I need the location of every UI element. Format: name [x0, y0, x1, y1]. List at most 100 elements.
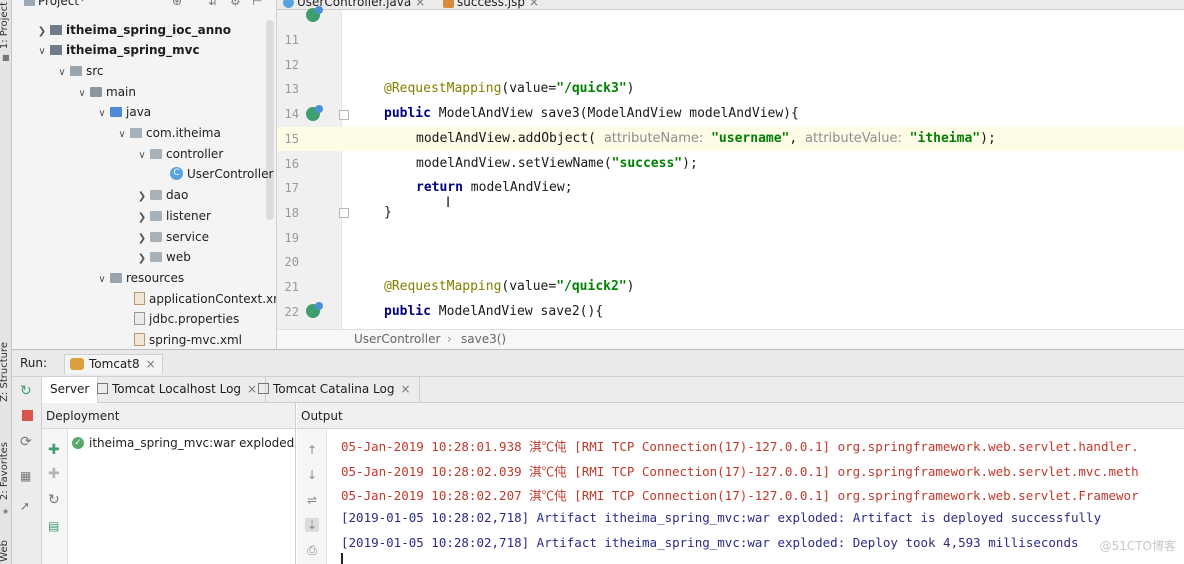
chevron-right-icon[interactable]: ❯	[134, 229, 150, 249]
tab-tomcat-localhost-log[interactable]: Tomcat Localhost Log ×	[89, 377, 267, 403]
run-config-tab-tomcat8[interactable]: Tomcat8 ×	[64, 354, 163, 374]
tree-node-spring-mvc-xml[interactable]: spring-mvc.xml	[134, 330, 242, 349]
chevron-down-icon[interactable]: ∨	[34, 42, 50, 62]
tree-node-listener[interactable]: ❯ listener	[134, 206, 211, 226]
line-number: 17	[284, 181, 299, 195]
resources-folder-icon	[110, 272, 122, 283]
package-icon	[150, 251, 162, 262]
spring-mapping-gutter-icon[interactable]	[306, 105, 323, 121]
package-icon	[130, 127, 142, 138]
tree-node-resources[interactable]: ∨ resources	[94, 268, 184, 288]
deployment-header: Deployment	[42, 403, 295, 429]
code-line-18: }	[384, 205, 392, 220]
fold-marker-icon[interactable]	[339, 208, 349, 218]
tree-node-src[interactable]: ∨ src	[54, 61, 103, 83]
web-tool-tab[interactable]: Web	[0, 540, 10, 562]
chevron-right-icon[interactable]: ❯	[134, 249, 150, 269]
chevron-down-icon[interactable]: ∨	[134, 146, 150, 166]
close-icon[interactable]: ×	[529, 0, 539, 9]
run-subtabs: Server Tomcat Localhost Log × Tomcat Cata…	[42, 377, 1184, 403]
class-icon	[283, 0, 294, 8]
pin-icon[interactable]: ➚	[20, 499, 34, 513]
xml-file-icon	[134, 292, 145, 305]
hide-icon[interactable]: ⊢	[252, 0, 262, 8]
output-header: Output	[297, 403, 1184, 429]
source-folder-icon	[110, 106, 122, 117]
tree-node-applicationcontext[interactable]: applicationContext.xm	[134, 289, 276, 309]
artifact-item[interactable]: ✓ itheima_spring_mvc:war exploded	[72, 436, 294, 450]
tree-node-java[interactable]: ∨ java	[94, 102, 151, 122]
line-number: 21	[284, 280, 299, 294]
package-icon	[150, 210, 162, 221]
close-icon[interactable]: ×	[146, 357, 156, 371]
spring-bean-gutter-icon[interactable]	[306, 6, 323, 22]
tree-node-spring-mvc[interactable]: ∨ itheima_spring_mvc	[34, 40, 199, 62]
chevron-down-icon[interactable]: ∨	[114, 125, 130, 145]
tab-usercontroller-java[interactable]: UserController.java ×	[281, 0, 425, 9]
close-icon[interactable]: ×	[400, 382, 410, 396]
parameter-hint: attributeName:	[603, 131, 704, 146]
module-icon	[50, 24, 62, 35]
arrow-down-icon[interactable]: ↓	[305, 468, 319, 482]
soft-wrap-icon[interactable]: ⇌	[305, 493, 319, 507]
tree-scrollbar[interactable]	[266, 20, 274, 220]
chevron-right-icon[interactable]: ❯	[134, 208, 150, 228]
chevron-right-icon[interactable]: ❯	[134, 187, 150, 207]
tree-node-jdbc-properties[interactable]: jdbc.properties	[134, 309, 239, 329]
redeploy-icon[interactable]: ↻	[48, 493, 62, 507]
favorites-tool-tab[interactable]: 2: Favorites	[0, 442, 10, 500]
deploy-icon[interactable]: ✚	[48, 443, 62, 457]
tab-success-jsp[interactable]: success.jsp ×	[441, 0, 539, 9]
breadcrumb-class[interactable]: UserController	[354, 332, 440, 346]
print-icon[interactable]: ⎙	[305, 543, 319, 557]
fold-marker-icon[interactable]	[339, 110, 349, 120]
line-number: 12	[284, 58, 299, 72]
spring-mapping-gutter-icon[interactable]	[306, 302, 323, 318]
rerun-icon[interactable]: ↻	[20, 384, 34, 398]
tree-node-com-itheima[interactable]: ∨ com.itheima	[114, 123, 221, 143]
deployment-panel: Deployment ✚ ✚ ↻ ▤ ✓ itheima_spring_mvc:w…	[42, 403, 296, 564]
tree-node-ioc-anno[interactable]: ❯ itheima_spring_ioc_anno	[34, 20, 231, 40]
arrow-up-icon[interactable]: ↑	[305, 443, 319, 457]
project-panel-title[interactable]: Project	[38, 0, 79, 8]
class-icon: C	[170, 167, 183, 180]
chevron-right-icon[interactable]: ❯	[34, 22, 50, 42]
breadcrumb-method[interactable]: save3()	[461, 332, 506, 346]
collapse-icon[interactable]: ⇵	[208, 0, 218, 8]
breadcrumb-separator-icon: ›	[447, 332, 452, 346]
chevron-down-icon[interactable]: ▾	[80, 0, 85, 5]
stop-icon[interactable]	[22, 410, 33, 421]
close-icon[interactable]: ×	[415, 0, 425, 9]
update-icon[interactable]: ⟳	[20, 435, 34, 449]
line-number: 11	[284, 33, 299, 47]
tree-node-usercontroller[interactable]: C UserController	[170, 164, 273, 184]
project-tool-tab[interactable]: 1: Project	[0, 2, 10, 49]
log-line: 05-Jan-2019 10:28:01.938 淇℃伅 [RMI TCP Co…	[341, 439, 1139, 454]
tree-node-service[interactable]: ❯ service	[134, 227, 209, 247]
tree-node-dao[interactable]: ❯ dao	[134, 185, 189, 207]
target-icon[interactable]: ⊕	[172, 0, 182, 8]
star-icon: ★	[2, 507, 10, 516]
structure-tool-tab[interactable]: Z: Structure	[0, 342, 10, 402]
layout-icon[interactable]: ▦	[20, 469, 34, 483]
run-label: Run:	[20, 356, 48, 370]
chevron-down-icon[interactable]: ∨	[54, 63, 70, 83]
folder-icon	[90, 86, 102, 97]
chevron-down-icon[interactable]: ∨	[94, 104, 110, 124]
code-line-16: modelAndView.setViewName("success");	[416, 156, 698, 171]
gear-icon[interactable]: ⚙	[230, 0, 241, 8]
tab-tomcat-catalina-log[interactable]: Tomcat Catalina Log ×	[250, 377, 420, 403]
artifacts-icon[interactable]: ▤	[48, 519, 62, 533]
code-line-21: @RequestMapping(value="/quick2")	[384, 279, 635, 294]
tree-node-web[interactable]: ❯ web	[134, 247, 191, 267]
tree-node-main[interactable]: ∨ main	[74, 82, 136, 102]
line-number: 22	[284, 305, 299, 319]
line-number: 14	[284, 107, 299, 121]
scroll-to-end-icon[interactable]: ⇣	[305, 518, 319, 532]
log-line: [2019-01-05 10:28:02,718] Artifact ithei…	[341, 510, 1102, 525]
log-icon	[258, 383, 269, 394]
chevron-down-icon[interactable]: ∨	[74, 84, 90, 104]
undeploy-icon[interactable]: ✚	[48, 467, 62, 481]
tree-node-controller[interactable]: ∨ controller	[134, 144, 223, 164]
chevron-down-icon[interactable]: ∨	[94, 270, 110, 290]
